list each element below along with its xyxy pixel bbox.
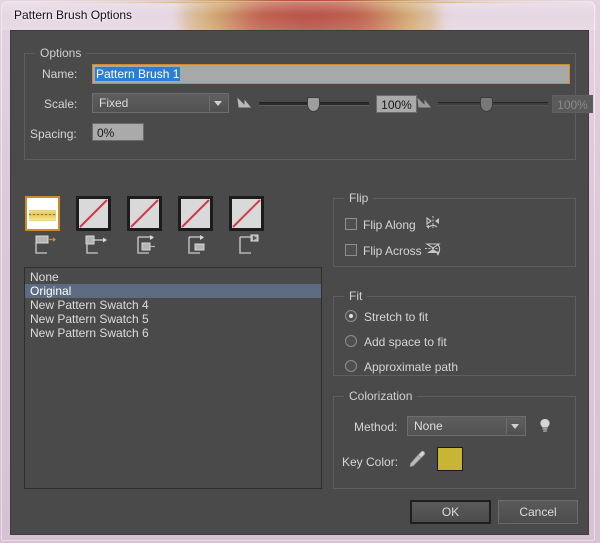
colorization-group: Colorization Method: None Key Color: [333, 389, 576, 489]
name-input[interactable]: Pattern Brush 1 [92, 64, 570, 84]
flip-across-icon [423, 240, 443, 260]
scale-slider-2-track[interactable] [438, 102, 548, 106]
end-tile-icon[interactable] [237, 234, 263, 260]
method-label: Method: [354, 420, 398, 434]
empty-tile-slash-icon-3 [181, 199, 210, 228]
flip-group-content: Flip Along Flip Across [333, 198, 576, 267]
fit-radio-approximate[interactable] [345, 360, 357, 372]
tile-button-end[interactable] [229, 196, 264, 231]
dialog-body: Options Name: Pattern Brush 1 Scale: Fix… [10, 30, 593, 535]
tile-pattern-dash [29, 214, 56, 215]
chevron-down-icon [511, 424, 519, 429]
flip-along-checkbox[interactable] [345, 218, 357, 230]
tile-button-inner-corner[interactable] [127, 196, 162, 231]
title-bar[interactable]: Pattern Brush Options [2, 2, 596, 30]
key-color-swatch[interactable] [437, 447, 463, 471]
flip-across-label: Flip Across [363, 244, 422, 258]
options-group-content: Name: Pattern Brush 1 Scale: Fixed 100% … [24, 53, 593, 160]
fit-option-label-add-space: Add space to fit [364, 335, 447, 349]
inner-corner-tile-icon[interactable] [135, 234, 161, 260]
fit-option-label-approximate: Approximate path [364, 360, 459, 374]
fit-radio-stretch[interactable] [345, 310, 357, 322]
scale-label: Scale: [44, 97, 78, 111]
scale-value-2-field: 100% [552, 95, 593, 113]
tile-button-start[interactable] [178, 196, 213, 231]
name-label: Name: [42, 67, 78, 81]
options-group: Options Name: Pattern Brush 1 Scale: Fix… [24, 46, 593, 160]
tile-button-outer-corner[interactable] [76, 196, 111, 231]
fit-option-label-stretch: Stretch to fit [364, 310, 429, 324]
side-tile-icon[interactable] [33, 234, 59, 260]
flip-group: Flip Flip Along Flip Across [333, 191, 576, 267]
fit-group-content: Stretch to fit Add space to fit Approxim… [333, 296, 576, 376]
key-color-label: Key Color: [342, 455, 399, 469]
scale-slider-2-thumb[interactable] [480, 97, 493, 112]
method-dropdown[interactable]: None [407, 416, 526, 436]
empty-tile-slash-icon-2 [130, 199, 159, 228]
chevron-down-icon [214, 101, 222, 106]
scale-dropdown-value: Fixed [99, 96, 129, 110]
fit-group: Fit Stretch to fit Add space to fit Appr… [333, 289, 576, 376]
tile-pattern-band [29, 210, 56, 221]
name-input-value: Pattern Brush 1 [95, 67, 181, 81]
list-item[interactable]: New Pattern Swatch 5 [25, 312, 321, 326]
fit-radio-stretch-dot [349, 314, 353, 318]
lightbulb-icon[interactable] [537, 417, 553, 435]
flip-along-icon [423, 214, 443, 234]
flip-along-label: Flip Along [363, 218, 416, 232]
tile-button-side[interactable] [25, 196, 60, 231]
scale-dropdown[interactable]: Fixed [92, 93, 229, 113]
method-dropdown-value: None [414, 419, 443, 433]
flip-across-checkbox[interactable] [345, 244, 357, 256]
start-tile-icon[interactable] [186, 234, 212, 260]
pattern-swatch-list[interactable]: None Original New Pattern Swatch 4 New P… [24, 267, 322, 489]
colorization-group-content: Method: None Key Color: [333, 396, 576, 489]
eyedropper-icon[interactable] [407, 449, 427, 469]
empty-tile-slash-icon [79, 199, 108, 228]
spacing-label: Spacing: [30, 127, 77, 141]
window-title: Pattern Brush Options [14, 8, 133, 22]
scale-corner-icon-2 [416, 96, 434, 112]
list-item[interactable]: None [25, 270, 321, 284]
scale-value-1-field[interactable]: 100% [376, 95, 417, 113]
scale-dropdown-arrow-box [209, 95, 227, 111]
list-item[interactable]: New Pattern Swatch 6 [25, 326, 321, 340]
scale-slider-1-thumb[interactable] [307, 97, 320, 112]
method-dropdown-arrow-box [506, 418, 524, 434]
fit-radio-add-space[interactable] [345, 335, 357, 347]
ok-button[interactable]: OK [410, 500, 491, 524]
spacing-input[interactable]: 0% [92, 123, 144, 141]
list-item[interactable]: New Pattern Swatch 4 [25, 298, 321, 312]
outer-corner-tile-icon[interactable] [84, 234, 110, 260]
pattern-brush-options-window: Pattern Brush Options Options Name: Patt… [1, 1, 596, 541]
tile-preview-side [27, 198, 58, 229]
cancel-button[interactable]: Cancel [498, 500, 578, 524]
empty-tile-slash-icon-4 [232, 199, 261, 228]
scale-corner-icon [236, 96, 254, 112]
list-item[interactable]: Original [25, 284, 321, 298]
